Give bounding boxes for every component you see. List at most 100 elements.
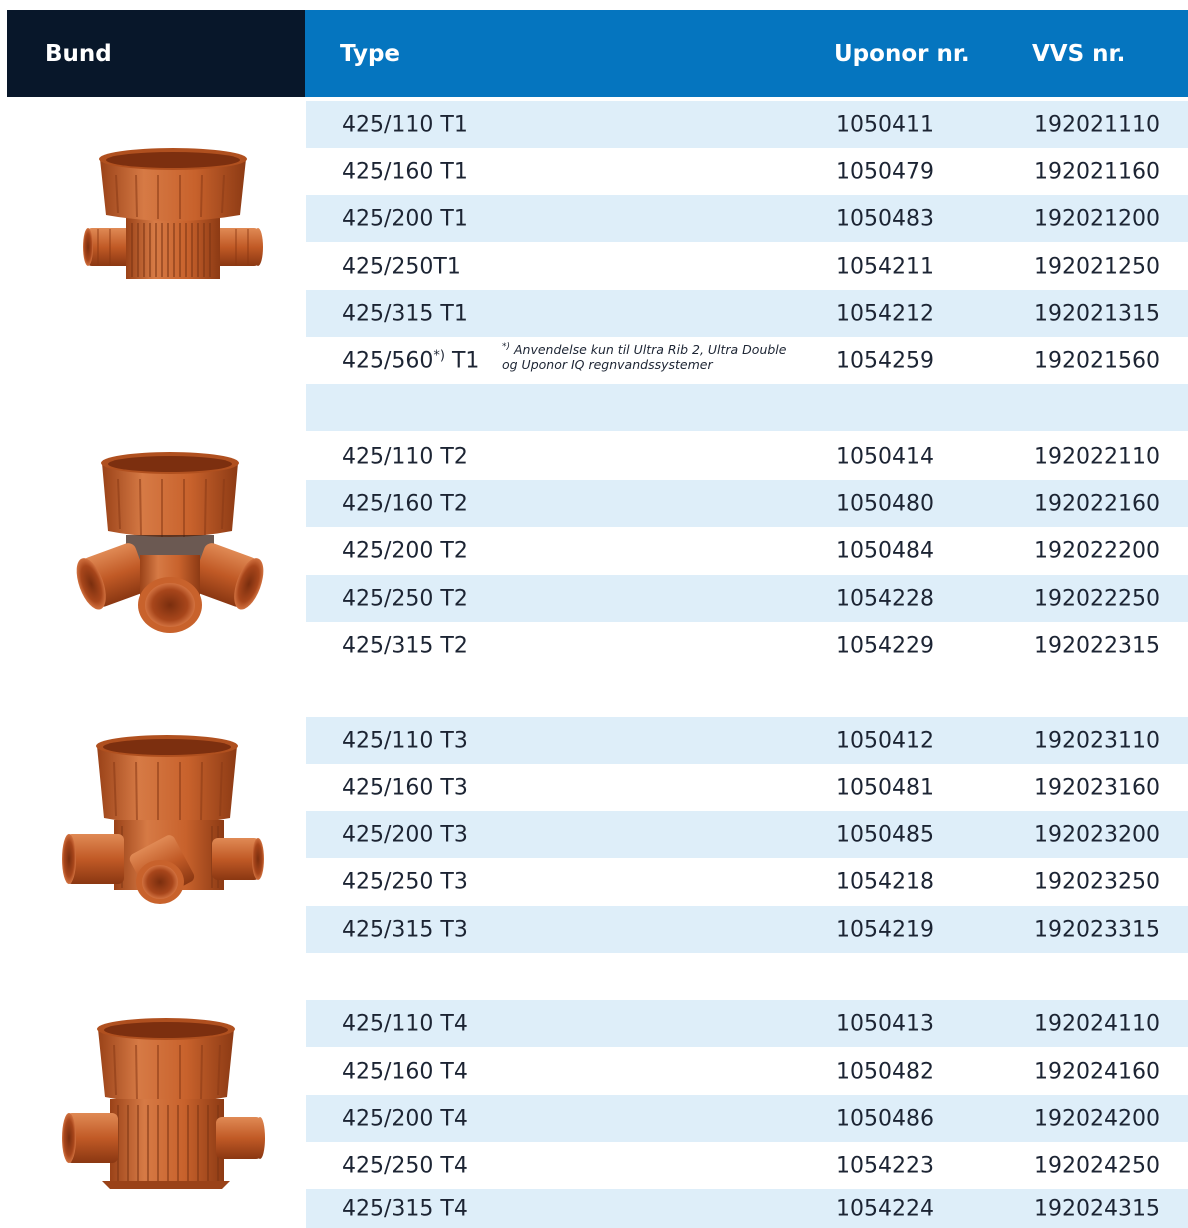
table-row: 425/160 T2 1050480 192022160 (306, 480, 1188, 527)
vvs-cell: 192022200 (1034, 538, 1160, 563)
table-row: 425/560*) T1 *) Anvendelse kun til Ultra… (306, 337, 1188, 384)
type-suffix: T1 (444, 348, 480, 374)
type-cell: 425/250T1 (342, 254, 461, 279)
header-bund-cell: Bund (7, 10, 305, 97)
table-row: 425/160 T3 1050481 192023160 (306, 764, 1188, 811)
uponor-cell: 1050482 (836, 1059, 934, 1084)
type-cell: 425/160 T4 (342, 1059, 468, 1084)
header-bund-label: Bund (45, 40, 112, 67)
type-cell: 425/560*) T1 (342, 348, 479, 373)
uponor-cell: 1050413 (836, 1011, 934, 1036)
type-cell: 425/250 T3 (342, 869, 468, 894)
table-row: 425/315 T1 1054212 192021315 (306, 290, 1188, 337)
table-header: Bund Type Uponor nr. VVS nr. (7, 10, 1188, 97)
uponor-cell: 1050412 (836, 728, 934, 753)
uponor-cell: 1050479 (836, 159, 934, 184)
type-cell: 425/200 T2 (342, 538, 468, 563)
vvs-cell: 192024200 (1034, 1106, 1160, 1131)
uponor-cell: 1050411 (836, 112, 934, 137)
type-cell: 425/315 T3 (342, 917, 468, 942)
table-row: 425/250 T4 1054223 192024250 (306, 1142, 1188, 1189)
table-row-spacer (306, 384, 1188, 431)
vvs-cell: 192022315 (1034, 633, 1160, 658)
uponor-cell: 1054211 (836, 254, 934, 279)
footnote-marker: *) (433, 347, 445, 363)
uponor-cell: 1050484 (836, 538, 934, 563)
uponor-cell: 1050485 (836, 822, 934, 847)
product-image-t4 (62, 1018, 265, 1189)
uponor-cell: 1050480 (836, 491, 934, 516)
type-cell: 425/160 T2 (342, 491, 468, 516)
type-cell: 425/160 T1 (342, 159, 468, 184)
type-cell: 425/200 T1 (342, 206, 468, 231)
table-row: 425/110 T1 1050411 192021110 (306, 101, 1188, 148)
table-row: 425/315 T4 1054224 192024315 (306, 1189, 1188, 1228)
table-row: 425/160 T4 1050482 192024160 (306, 1048, 1188, 1095)
type-cell: 425/200 T4 (342, 1106, 468, 1131)
table-row: 425/160 T1 1050479 192021160 (306, 148, 1188, 195)
vvs-cell: 192021315 (1034, 301, 1160, 326)
table-row: 425/315 T2 1054229 192022315 (306, 622, 1188, 669)
product-image-t2 (76, 452, 264, 633)
vvs-cell: 192021250 (1034, 254, 1160, 279)
vvs-cell: 192023110 (1034, 728, 1160, 753)
product-image-t1 (83, 148, 263, 279)
table-row: 425/110 T2 1050414 192022110 (306, 433, 1188, 480)
type-cell: 425/110 T3 (342, 728, 468, 753)
vvs-cell: 192021200 (1034, 206, 1160, 231)
type-cell: 425/315 T2 (342, 633, 468, 658)
uponor-cell: 1054224 (836, 1196, 934, 1221)
header-uponor-label: Uponor nr. (834, 40, 970, 67)
table-row: 425/200 T2 1050484 192022200 (306, 527, 1188, 574)
uponor-cell: 1050483 (836, 206, 934, 231)
header-vvs-label: VVS nr. (1032, 40, 1126, 67)
table-row: 425/200 T1 1050483 192021200 (306, 195, 1188, 242)
type-cell: 425/315 T1 (342, 301, 468, 326)
uponor-cell: 1054218 (836, 869, 934, 894)
vvs-cell: 192024110 (1034, 1011, 1160, 1036)
vvs-cell: 192021560 (1034, 348, 1160, 373)
uponor-cell: 1054219 (836, 917, 934, 942)
type-cell: 425/315 T4 (342, 1196, 468, 1221)
table-row: 425/110 T4 1050413 192024110 (306, 1000, 1188, 1047)
uponor-cell: 1054259 (836, 348, 934, 373)
type-cell: 425/110 T1 (342, 112, 468, 137)
vvs-cell: 192024160 (1034, 1059, 1160, 1084)
vvs-cell: 192022160 (1034, 491, 1160, 516)
footnote-text: *) Anvendelse kun til Ultra Rib 2, Ultra… (502, 340, 786, 372)
type-cell: 425/110 T4 (342, 1011, 468, 1036)
vvs-cell: 192021110 (1034, 112, 1160, 137)
uponor-cell: 1054228 (836, 586, 934, 611)
footnote-line-1: *) Anvendelse kun til Ultra Rib 2, Ultra… (502, 342, 787, 358)
vvs-cell: 192024315 (1034, 1196, 1160, 1221)
header-main-cell: Type Uponor nr. VVS nr. (305, 10, 1188, 97)
type-cell: 425/160 T3 (342, 775, 468, 800)
uponor-cell: 1054223 (836, 1153, 934, 1178)
table-row: 425/250 T3 1054218 192023250 (306, 858, 1188, 905)
type-cell: 425/250 T2 (342, 586, 468, 611)
table-row: 425/250 T2 1054228 192022250 (306, 575, 1188, 622)
table-row: 425/315 T3 1054219 192023315 (306, 906, 1188, 953)
type-cell: 425/250 T4 (342, 1153, 468, 1178)
vvs-cell: 192023200 (1034, 822, 1160, 847)
vvs-cell: 192022110 (1034, 444, 1160, 469)
table-row: 425/200 T4 1050486 192024200 (306, 1095, 1188, 1142)
vvs-cell: 192021160 (1034, 159, 1160, 184)
table-row: 425/250T1 1054211 192021250 (306, 243, 1188, 290)
uponor-cell: 1054212 (836, 301, 934, 326)
uponor-cell: 1050486 (836, 1106, 934, 1131)
vvs-cell: 192024250 (1034, 1153, 1160, 1178)
vvs-cell: 192023315 (1034, 917, 1160, 942)
type-cell: 425/110 T2 (342, 444, 468, 469)
type-cell: 425/200 T3 (342, 822, 468, 847)
product-image-t3 (62, 735, 264, 904)
table-row: 425/110 T3 1050412 192023110 (306, 717, 1188, 764)
uponor-cell: 1050414 (836, 444, 934, 469)
header-type-label: Type (340, 40, 401, 67)
uponor-cell: 1054229 (836, 633, 934, 658)
uponor-cell: 1050481 (836, 775, 934, 800)
vvs-cell: 192023250 (1034, 869, 1160, 894)
table-row: 425/200 T3 1050485 192023200 (306, 811, 1188, 858)
vvs-cell: 192022250 (1034, 586, 1160, 611)
type-main: 425/560 (342, 348, 434, 374)
